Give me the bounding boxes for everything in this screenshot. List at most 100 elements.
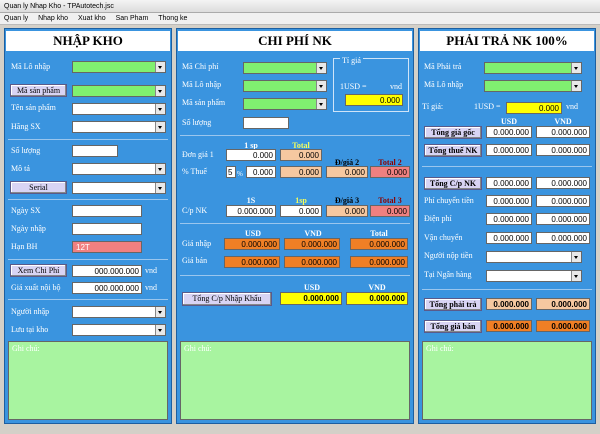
ngay-sx-input[interactable]	[72, 205, 142, 217]
tong-gia-goc-button[interactable]: Tổng giá gốc	[424, 126, 482, 139]
phi-chuyen-tien-vnd[interactable]: 0.000.000	[536, 195, 590, 207]
ghi-chu-textarea-3[interactable]: Ghi chú:	[422, 341, 592, 420]
ma-lo-nhap-combo-2[interactable]	[243, 80, 327, 92]
ngay-nhap-label: Ngày nhập	[11, 224, 46, 233]
tong-gia-ban-button[interactable]: Tổng giá bán	[424, 320, 482, 333]
dien-phi-usd[interactable]: 0.000.000	[486, 213, 532, 225]
ghi-chu-textarea-2[interactable]: Ghi chú:	[180, 341, 410, 420]
tong-cp-nk-vnd: 0.000.000	[536, 177, 590, 189]
chevron-down-icon[interactable]	[155, 307, 165, 317]
chevron-down-icon[interactable]	[571, 63, 581, 73]
tong-thue-nk-button[interactable]: Tổng thuế NK	[424, 144, 482, 157]
ten-san-pham-combo[interactable]	[72, 103, 166, 115]
gia-xuat-unit: vnd	[145, 283, 157, 292]
menu-thong-ke[interactable]: Thong ke	[154, 13, 191, 25]
thue-total: 0.000	[280, 166, 322, 178]
ti-gia-input[interactable]: 0.000	[345, 94, 403, 106]
ma-san-pham-button[interactable]: Mã sản phẩm	[10, 84, 67, 97]
chevron-down-icon[interactable]	[155, 325, 165, 335]
thue-rate-input[interactable]: 5	[226, 166, 236, 178]
chevron-down-icon[interactable]	[571, 252, 581, 262]
menu-xuat-kho[interactable]: Xuat kho	[74, 13, 110, 25]
ten-san-pham-label: Tên sản phẩm	[11, 103, 56, 112]
chevron-down-icon[interactable]	[155, 86, 165, 96]
nguoi-nop-tien-combo[interactable]	[486, 251, 582, 263]
chevron-down-icon[interactable]	[571, 81, 581, 91]
menu-nhap-kho[interactable]: Nhap kho	[34, 13, 72, 25]
gia-nhap-vnd: 0.000.000	[284, 238, 340, 250]
tong-phai-tra-button[interactable]: Tổng phải trả	[424, 298, 482, 311]
so-luong-label: Số lượng	[11, 146, 41, 155]
serial-button[interactable]: Serial	[10, 181, 67, 194]
cp-nk-dg3-value: 0.000	[326, 205, 368, 217]
tong-cp-nhap-khau-button[interactable]: Tổng C/p Nhập Khẩu	[182, 292, 272, 306]
serial-combo[interactable]	[72, 182, 166, 194]
hang-sx-combo[interactable]	[72, 121, 166, 133]
ma-chi-phi-combo[interactable]	[243, 62, 327, 74]
nguoi-nhap-combo[interactable]	[72, 306, 166, 318]
tong-thue-nk-vnd: 0.000.000	[536, 144, 590, 156]
han-bh-input[interactable]: 12T	[72, 241, 142, 253]
thue-value-input[interactable]: 0.000	[246, 166, 276, 178]
cp-nk-total3: 0.000	[370, 205, 410, 217]
tong-cp-nk-usd: 0.000.000	[486, 177, 532, 189]
mo-ta-label: Mô tả	[11, 164, 30, 173]
ma-san-pham-combo[interactable]	[72, 85, 166, 97]
cp-nk-label: C/p NK	[182, 206, 208, 215]
don-gia-1-total: 0.000	[280, 149, 322, 161]
phi-chuyen-tien-usd[interactable]: 0.000.000	[486, 195, 532, 207]
so-luong-input-2[interactable]	[243, 117, 289, 129]
ti-gia-unit-r: vnd	[566, 102, 578, 111]
nguoi-nhap-label: Người nhập	[11, 307, 50, 316]
chevron-down-icon[interactable]	[316, 81, 326, 91]
divider	[180, 223, 410, 224]
xem-chi-phi-button[interactable]: Xem Chi Phí	[10, 264, 67, 277]
ghi-chu-textarea[interactable]: Ghi chú:	[8, 341, 168, 420]
so-luong-input[interactable]	[72, 145, 118, 157]
gia-ban-total: 0.000.000	[350, 256, 408, 268]
tong-gia-goc-vnd: 0.000.000	[536, 126, 590, 138]
dien-phi-label: Điện phí	[424, 214, 452, 223]
tong-cp-vnd: 0.000.000	[346, 292, 408, 305]
gia-ban-vnd: 0.000.000	[284, 256, 340, 268]
luu-tai-kho-label: Lưu tại kho	[11, 325, 49, 334]
gia-xuat-noi-bo-input[interactable]: 000.000.000	[72, 282, 142, 294]
cp-nk-1sp-value: 0.000	[280, 205, 322, 217]
chevron-down-icon[interactable]	[571, 271, 581, 281]
cp-nk-1s-input[interactable]: 0.000.000	[226, 205, 276, 217]
dien-phi-vnd[interactable]: 0.000.000	[536, 213, 590, 225]
van-chuyen-vnd[interactable]: 0.000.000	[536, 232, 590, 244]
menu-san-pham[interactable]: San Pham	[112, 13, 153, 25]
divider	[8, 259, 168, 260]
chevron-down-icon[interactable]	[316, 63, 326, 73]
ngay-nhap-input[interactable]	[72, 223, 142, 235]
ti-gia-input-r[interactable]: 0.000	[506, 102, 562, 114]
menu-quan-ly[interactable]: Quan ly	[0, 13, 32, 25]
ma-phai-tra-combo[interactable]	[484, 62, 582, 74]
gia-ban-label: Giá bán	[182, 256, 208, 265]
luu-tai-kho-combo[interactable]	[72, 324, 166, 336]
ma-chi-phi-label: Mã Chi phí	[182, 62, 219, 71]
chevron-down-icon[interactable]	[155, 164, 165, 174]
ma-lo-nhap-combo-3[interactable]	[484, 80, 582, 92]
chevron-down-icon[interactable]	[155, 62, 165, 72]
chevron-down-icon[interactable]	[155, 104, 165, 114]
divider	[180, 275, 410, 276]
tong-gia-ban-vnd: 0.000.000	[536, 320, 590, 332]
van-chuyen-usd[interactable]: 0.000.000	[486, 232, 532, 244]
gia-nhap-label: Giá nhập	[182, 239, 212, 248]
don-gia-1-input[interactable]: 0.000	[226, 149, 276, 161]
ma-san-pham-combo-2[interactable]	[243, 98, 327, 110]
divider	[180, 135, 410, 136]
chevron-down-icon[interactable]	[316, 99, 326, 109]
ma-lo-nhap-combo[interactable]	[72, 61, 166, 73]
tai-ngan-hang-combo[interactable]	[486, 270, 582, 282]
divider	[8, 299, 168, 300]
chi-phi-unit: vnd	[145, 266, 157, 275]
chevron-down-icon[interactable]	[155, 183, 165, 193]
chevron-down-icon[interactable]	[155, 122, 165, 132]
ti-gia-unit: vnd	[390, 82, 402, 91]
tong-cp-nk-button[interactable]: Tổng C/p NK	[424, 177, 482, 190]
mo-ta-combo[interactable]	[72, 163, 166, 175]
thue-unit: %	[237, 170, 243, 178]
